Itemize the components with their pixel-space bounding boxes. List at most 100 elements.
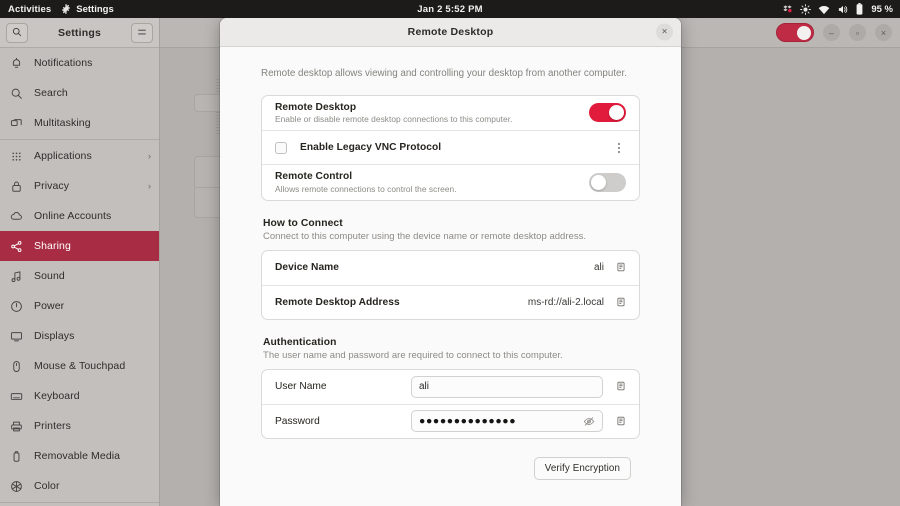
music-note-icon [10,270,23,283]
background-window-toggle[interactable] [776,23,814,42]
minimize-button[interactable]: – [823,24,840,41]
battery-percentage: 95 % [871,3,893,15]
username-row: User Name ali [262,370,639,404]
sidebar-title: Settings [57,26,102,39]
wifi-icon[interactable] [818,4,830,15]
sidebar-separator [0,502,159,503]
sidebar-item-notifications[interactable]: Notifications [0,48,159,78]
kebab-menu-icon[interactable] [612,142,626,153]
sidebar-item-mouse-touchpad[interactable]: Mouse & Touchpad [0,351,159,381]
connection-info-card: Device Name ali Remote Desktop Address m… [261,249,640,320]
main-menu-button[interactable] [131,22,153,43]
row-title: Enable Legacy VNC Protocol [300,142,442,154]
sidebar-item-label: Notifications [34,57,93,69]
dialog-close-button[interactable]: × [656,23,673,41]
cloud-icon [10,210,23,223]
sidebar-item-privacy[interactable]: Privacy › [0,171,159,201]
username-input[interactable]: ali [411,375,603,398]
top-bar-app-name: Settings [76,3,114,15]
copy-icon[interactable] [615,381,626,392]
password-input[interactable]: ●●●●●●●●●●●●●● [411,410,603,433]
device-name-row: Device Name ali [262,251,639,285]
password-value: ●●●●●●●●●●●●●● [419,414,517,427]
sidebar-item-label: Color [34,480,60,492]
sidebar-item-label: Printers [34,420,71,432]
sidebar-item-printers[interactable]: Printers [0,411,159,441]
display-icon [10,330,23,343]
system-status-area[interactable]: 95 % [782,0,893,18]
device-name-label: Device Name [275,262,339,274]
copy-icon[interactable] [615,297,626,308]
row-title: Remote Desktop [275,101,357,113]
power-icon [10,300,23,313]
remote-control-row: Remote Control Allows remote connections… [262,164,639,200]
hamburger-menu-icon [137,24,147,42]
activities-button[interactable]: Activities [0,4,61,15]
sidebar-item-sharing[interactable]: Sharing [0,231,159,261]
sidebar-item-label: Sharing [34,240,71,252]
sidebar-item-sound[interactable]: Sound [0,261,159,291]
sidebar-item-label: Privacy [34,180,70,192]
authentication-description: The user name and password are required … [263,349,563,361]
maximize-button[interactable]: ▫ [849,24,866,41]
remote-control-toggle[interactable] [589,172,626,192]
remote-desktop-dialog: Remote Desktop × Remote desktop allows v… [220,18,681,506]
row-text-block: Remote Desktop Enable or disable remote … [275,96,589,131]
close-window-button[interactable]: × [875,24,892,41]
dialog-actions: Verify Encryption [261,456,640,480]
dialog-body: Remote desktop allows viewing and contro… [220,47,681,506]
sidebar-item-label: Sound [34,270,65,282]
sidebar-item-removable-media[interactable]: Removable Media [0,441,159,471]
row-text-block: Remote Desktop Address [275,291,528,314]
clock[interactable]: Jan 2 5:52 PM [417,4,482,15]
brightness-icon[interactable] [800,3,812,15]
usb-drive-icon [10,450,23,463]
gnome-top-bar: Activities Settings Jan 2 5:52 PM 95 % [0,0,900,18]
dialog-title: Remote Desktop [407,26,494,38]
sidebar-item-applications[interactable]: Applications › [0,141,159,171]
chevron-right-icon: › [148,181,151,191]
chevron-right-icon: › [148,151,151,161]
sidebar-item-label: Online Accounts [34,210,112,222]
sidebar-item-power[interactable]: Power [0,291,159,321]
sidebar-header: Settings [0,18,159,48]
sidebar-item-multitasking[interactable]: Multitasking [0,108,159,138]
sidebar-item-online-accounts[interactable]: Online Accounts [0,201,159,231]
sidebar-item-keyboard[interactable]: Keyboard [0,381,159,411]
remote-desktop-settings-card: Remote Desktop Enable or disable remote … [261,94,640,201]
sidebar-item-displays[interactable]: Displays [0,321,159,351]
sidebar-item-label: Search [34,87,68,99]
color-wheel-icon [10,480,23,493]
remote-desktop-toggle[interactable] [589,103,626,123]
battery-icon[interactable] [856,3,863,15]
legacy-vnc-row: Enable Legacy VNC Protocol [262,130,639,164]
username-value: ali [419,381,430,393]
printer-icon [10,420,23,433]
copy-icon[interactable] [615,262,626,273]
settings-sidebar: Settings Notifications Search Multitasking… [0,18,160,506]
enable-legacy-vnc-checkbox[interactable] [275,141,287,154]
username-label: User Name [275,381,327,393]
device-name-value: ali [593,262,604,274]
sidebar-item-search[interactable]: Search [0,78,159,108]
keyboard-icon [10,390,23,403]
copy-icon[interactable] [615,416,626,427]
top-bar-app-menu[interactable]: Settings [61,3,114,15]
verify-encryption-button[interactable]: Verify Encryption [533,456,631,480]
eye-slash-icon[interactable] [583,416,595,427]
bell-icon [10,57,23,70]
sidebar-item-label: Power [34,300,65,312]
sidebar-item-label: Multitasking [34,117,91,129]
search-button[interactable] [6,22,28,43]
grid-icon [10,150,23,163]
dialog-header: Remote Desktop × [220,18,681,47]
sidebar-item-label: Mouse & Touchpad [34,360,126,372]
volume-icon[interactable] [837,4,849,15]
authentication-card: User Name ali Password ●●●●●●●●●●●●●● [261,368,640,439]
row-text-block: Remote Control Allows remote connections… [275,165,589,200]
how-to-connect-description: Connect to this computer using the devic… [263,230,587,242]
dropbox-icon[interactable] [782,4,793,15]
sidebar-item-color[interactable]: Color [0,471,159,501]
share-icon [10,240,23,253]
sidebar-item-label: Removable Media [34,450,121,462]
